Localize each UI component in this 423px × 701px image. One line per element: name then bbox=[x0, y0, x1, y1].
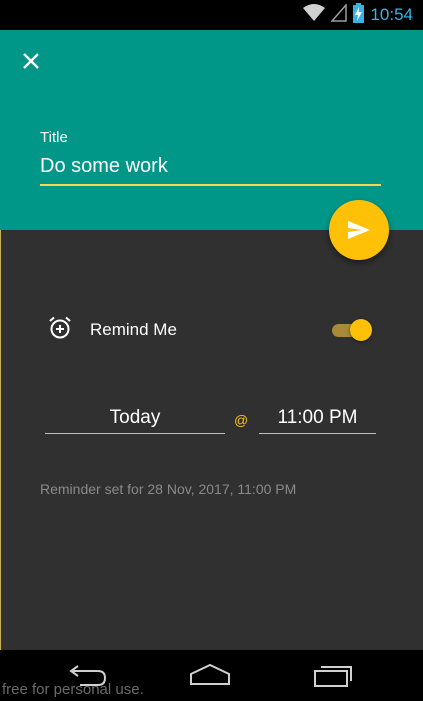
screen: 10:54 Title Do some work Remind Me Today… bbox=[0, 0, 423, 701]
alarm-add-icon bbox=[48, 316, 72, 345]
close-button[interactable] bbox=[18, 48, 44, 74]
battery-charging-icon bbox=[353, 2, 365, 28]
date-field[interactable]: Today bbox=[45, 404, 225, 434]
toggle-thumb bbox=[350, 319, 372, 341]
signal-icon bbox=[330, 2, 348, 27]
send-icon bbox=[348, 221, 370, 239]
remind-me-toggle[interactable] bbox=[332, 318, 374, 342]
title-input[interactable]: Do some work bbox=[40, 154, 381, 186]
home-icon bbox=[190, 663, 230, 685]
title-label: Title bbox=[40, 129, 68, 146]
recents-icon bbox=[314, 666, 352, 687]
remind-me-row: Remind Me bbox=[48, 314, 378, 346]
status-time: 10:54 bbox=[370, 5, 413, 24]
send-button[interactable] bbox=[329, 200, 389, 260]
status-bar: 10:54 bbox=[0, 0, 423, 30]
home-button[interactable] bbox=[189, 662, 231, 693]
close-icon bbox=[23, 53, 39, 69]
time-field[interactable]: 11:00 PM bbox=[259, 404, 376, 434]
remind-me-label: Remind Me bbox=[90, 320, 177, 339]
wifi-icon bbox=[303, 3, 326, 27]
reminder-summary: Reminder set for 28 Nov, 2017, 11:00 PM bbox=[40, 481, 297, 497]
watermark-text: free for personal use. bbox=[2, 681, 144, 698]
recents-button[interactable] bbox=[313, 662, 353, 693]
edge-divider bbox=[0, 230, 1, 650]
at-separator: @ bbox=[234, 412, 249, 428]
